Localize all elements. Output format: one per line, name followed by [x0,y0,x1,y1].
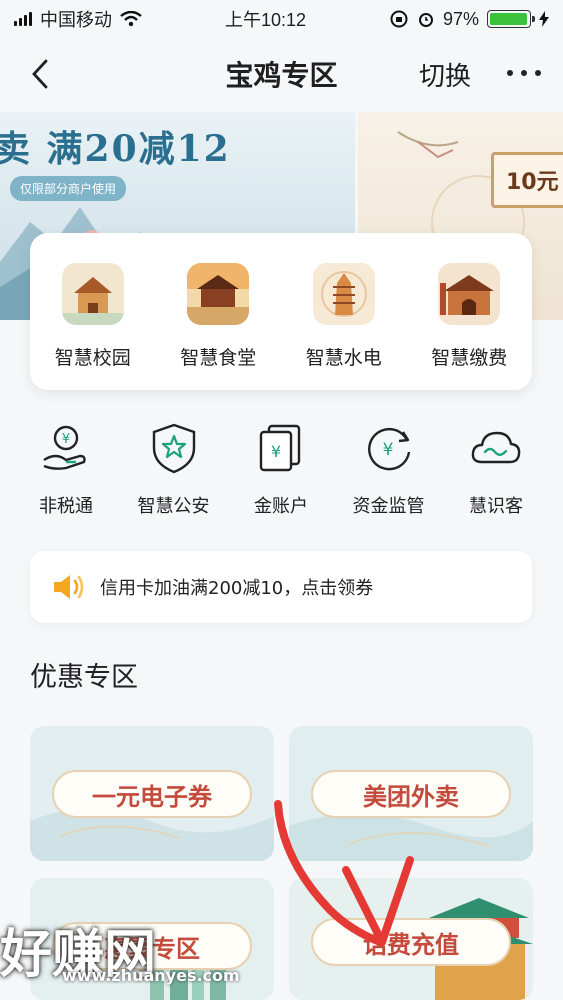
pagoda-icon [312,263,375,325]
tools-row: ¥ 非税通 智慧公安 ¥ 金账户 ¥ 资金监管 慧识客 [16,422,546,518]
section-title-deals: 优惠专区 [30,662,138,693]
service-smart-payment[interactable]: 智慧缴费 [409,263,529,390]
speaker-icon [54,575,84,599]
yen-hand-icon: ¥ [43,425,86,470]
carrier-name: 中国移动 [40,10,112,30]
rotation-lock-icon [390,10,408,28]
canteen-building-icon [187,263,250,325]
city-gate-icon [438,263,501,325]
svg-text:¥: ¥ [271,442,281,461]
tool-smart-police[interactable]: 智慧公安 [124,422,224,518]
announcement-text: 信用卡加油满200减10，点击领券 [100,578,374,599]
service-label: 智慧缴费 [431,347,508,369]
watermark-url: www.zhuanyes.com [62,966,240,985]
red-arrow-annotation [274,800,414,946]
tool-label: 资金监管 [352,496,425,517]
status-bar: 中国移动 上午10:12 97% [0,0,563,38]
tool-smart-customer[interactable]: 慧识客 [446,422,546,518]
banner-headline: 卖 满20减12 [0,128,231,170]
coupon-amount-label: 10元 [491,152,563,208]
page-title: 宝鸡专区 [225,59,338,92]
svg-text:¥: ¥ [382,440,393,460]
tool-label: 慧识客 [469,496,523,517]
tool-gold-account[interactable]: ¥ 金账户 [231,422,331,518]
navigation-bar: 宝鸡专区 切换 [0,40,563,108]
tool-fund-supervision[interactable]: ¥ 资金监管 [339,422,439,518]
chevron-left-icon [32,59,48,89]
promo-card-one-yuan-coupon[interactable]: 一元电子券 [30,726,274,861]
service-smart-utilities[interactable]: 智慧水电 [284,263,404,390]
promo-label: 一元电子券 [52,770,252,818]
battery-icon [486,10,535,28]
quick-services-card: 智慧校园 智慧食堂 智慧水电 智慧缴费 [30,233,532,390]
wifi-icon [120,11,142,27]
service-smart-campus[interactable]: 智慧校园 [33,263,153,390]
campus-tower-icon [61,263,124,325]
svg-text:¥: ¥ [62,432,70,447]
fund-supervision-icon: ¥ [367,427,410,471]
banner-tag: 仅限部分商户使用 [10,176,127,201]
switch-city-button[interactable]: 切换 [419,56,471,93]
service-label: 智慧校园 [54,347,131,369]
back-button[interactable] [22,54,58,94]
tool-label: 金账户 [254,496,308,517]
police-shield-icon [152,423,195,474]
announcement-bar[interactable]: 信用卡加油满200减10，点击领券 [30,551,532,623]
cloud-wave-icon [471,431,521,464]
alarm-icon [418,13,433,27]
tool-label: 智慧公安 [137,496,210,517]
service-label: 智慧水电 [305,347,382,369]
tool-non-tax[interactable]: ¥ 非税通 [16,422,116,518]
charging-icon [538,11,549,27]
battery-percent: 97% [442,8,479,29]
more-menu-button[interactable] [507,58,541,88]
clock: 上午10:12 [224,10,306,30]
service-smart-canteen[interactable]: 智慧食堂 [158,263,278,390]
tool-label: 非税通 [39,496,93,517]
gold-account-icon: ¥ [259,424,301,472]
signal-icon [14,12,32,26]
service-label: 智慧食堂 [180,347,257,369]
